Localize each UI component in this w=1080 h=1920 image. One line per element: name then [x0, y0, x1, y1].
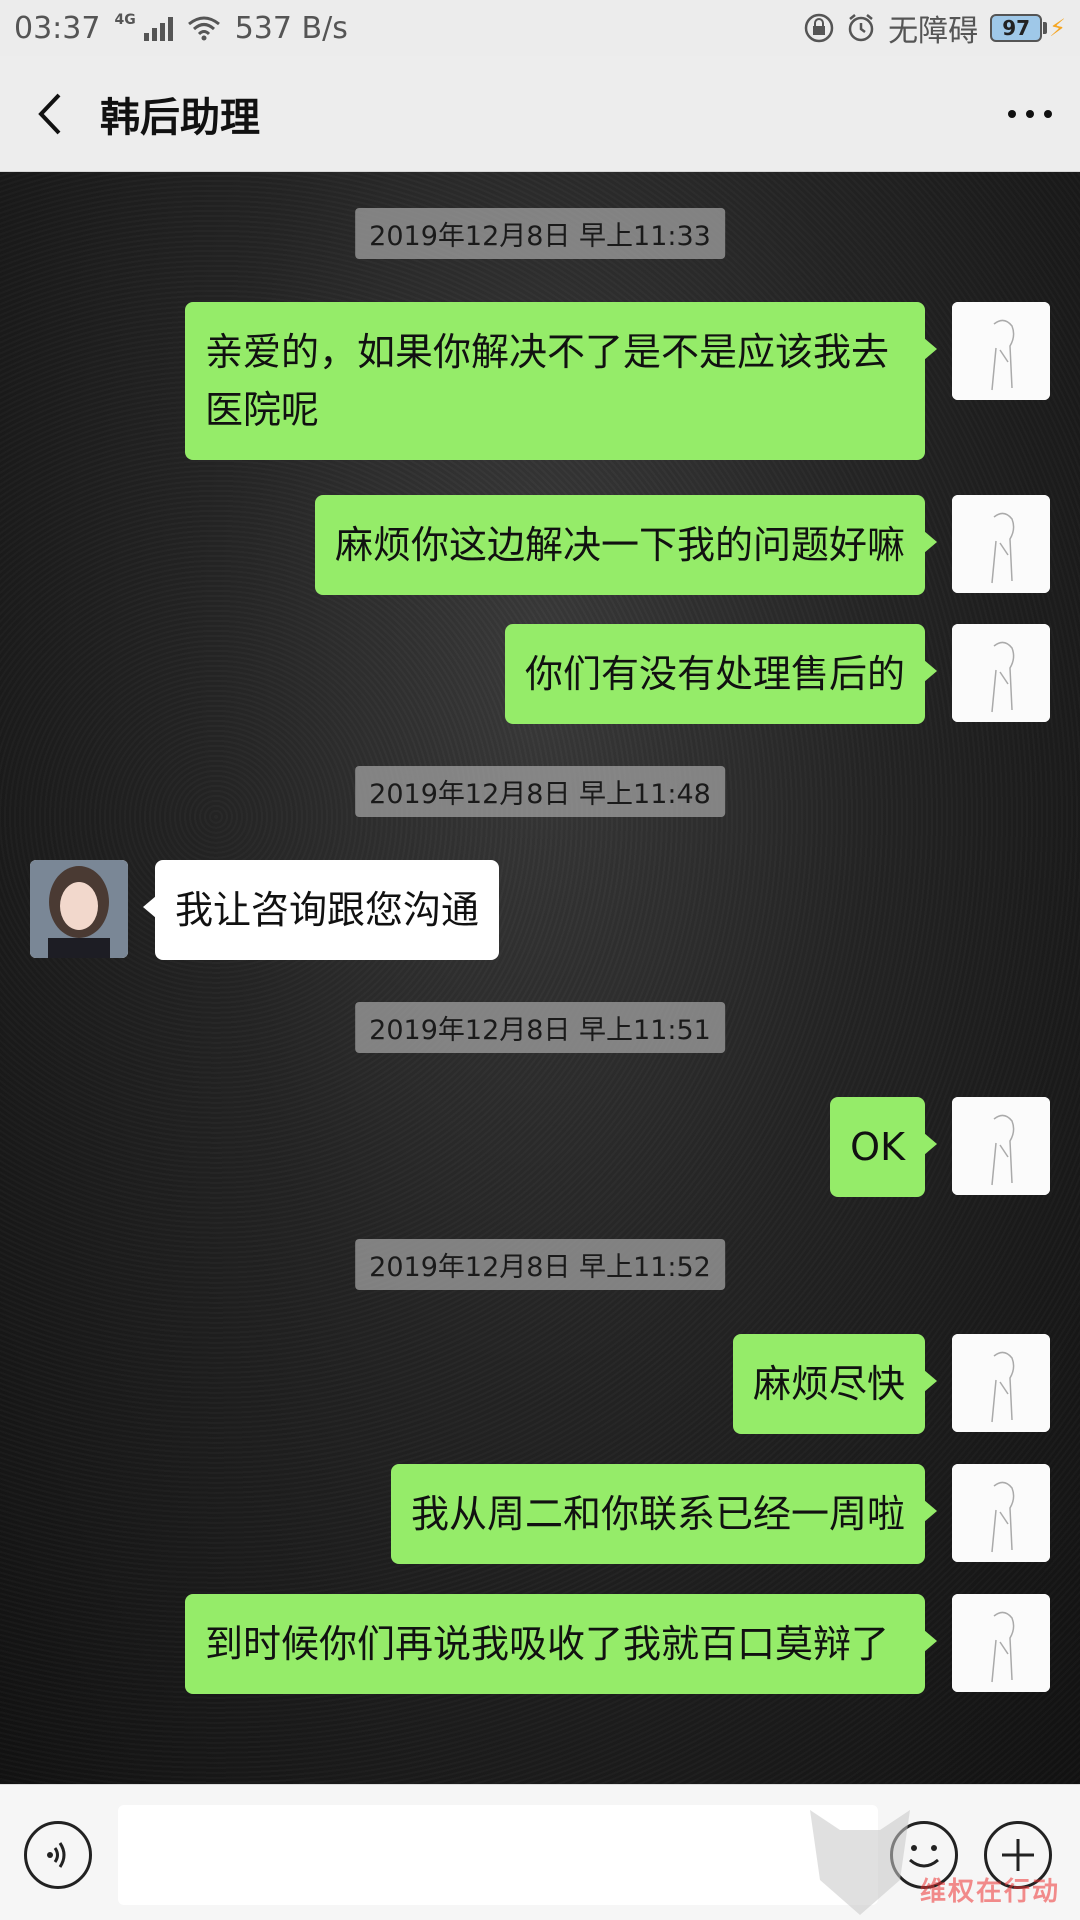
chat-header: 韩后助理 [0, 56, 1080, 172]
more-button[interactable] [980, 56, 1080, 172]
more-dots-icon [1008, 109, 1052, 118]
watermark-cat-icon [810, 1810, 910, 1915]
timestamp: 2019年12月8日 早上11:52 [355, 1239, 725, 1290]
self-avatar[interactable] [952, 1594, 1050, 1692]
self-avatar-image [952, 302, 1050, 400]
timestamp: 2019年12月8日 早上11:51 [355, 1002, 725, 1053]
watermark-text: 维权在行动 [919, 1877, 1060, 1907]
alarm-icon [848, 14, 874, 42]
message-bubble-outgoing[interactable]: 麻烦你这边解决一下我的问题好嘛 [314, 495, 938, 595]
message-bubble-outgoing[interactable]: OK [830, 1097, 937, 1197]
self-avatar[interactable] [952, 302, 1050, 400]
watermark-logo: 维权在行动 [800, 1800, 1080, 1920]
chat-title: 韩后助理 [100, 94, 260, 141]
accessibility-label: 无障碍 [888, 14, 979, 49]
voice-icon [47, 1842, 66, 1868]
network-type: 4G [114, 12, 136, 28]
status-left: 03:37 4G 537 B/s [14, 11, 348, 46]
status-time: 03:37 [14, 10, 101, 46]
battery-icon: 97 ⚡ [990, 14, 1066, 42]
lock-icon [804, 13, 834, 43]
status-bar: 03:37 4G 537 B/s 无障碍 97 ⚡ [0, 0, 1080, 56]
self-avatar[interactable] [952, 1334, 1050, 1432]
message-input[interactable] [118, 1805, 878, 1905]
back-button[interactable] [0, 56, 100, 172]
charging-icon: ⚡ [1049, 14, 1066, 42]
self-avatar[interactable] [952, 1097, 1050, 1195]
self-avatar-image [952, 1097, 1050, 1195]
self-avatar-image [952, 1594, 1050, 1692]
chevron-left-icon [38, 93, 61, 134]
timestamp: 2019年12月8日 早上11:33 [355, 208, 725, 259]
network-speed: 537 B/s [234, 10, 348, 46]
contact-avatar[interactable] [30, 860, 128, 958]
message-bubble-outgoing[interactable]: 到时候你们再说我吸收了我就百口莫辩了 [185, 1594, 937, 1694]
message-bubble-outgoing[interactable]: 我从周二和你联系已经一周啦 [390, 1464, 938, 1564]
timestamp: 2019年12月8日 早上11:48 [355, 766, 725, 817]
message-bubble-outgoing[interactable]: 亲爱的，如果你解决不了是不是应该我去医院呢 [185, 302, 937, 460]
self-avatar[interactable] [952, 1464, 1050, 1562]
self-avatar[interactable] [952, 495, 1050, 593]
chat-area[interactable]: 2019年12月8日 早上11:33 亲爱的，如果你解决不了是不是应该我去医院呢… [0, 172, 1080, 1784]
battery-level: 97 [990, 14, 1043, 42]
message-bubble-outgoing[interactable]: 你们有没有处理售后的 [504, 624, 938, 724]
voice-button[interactable] [24, 1821, 92, 1889]
self-avatar[interactable] [952, 624, 1050, 722]
self-avatar-image [952, 1464, 1050, 1562]
self-avatar-image [952, 624, 1050, 722]
signal-icon [143, 15, 173, 41]
self-avatar-image [952, 495, 1050, 593]
wifi-icon [187, 16, 220, 41]
self-avatar-image [952, 1334, 1050, 1432]
message-bubble-outgoing[interactable]: 麻烦尽快 [732, 1334, 938, 1434]
contact-avatar-image [30, 860, 128, 958]
message-bubble-incoming[interactable]: 我让咨询跟您沟通 [142, 860, 500, 960]
status-right: 无障碍 97 ⚡ [804, 6, 1066, 50]
